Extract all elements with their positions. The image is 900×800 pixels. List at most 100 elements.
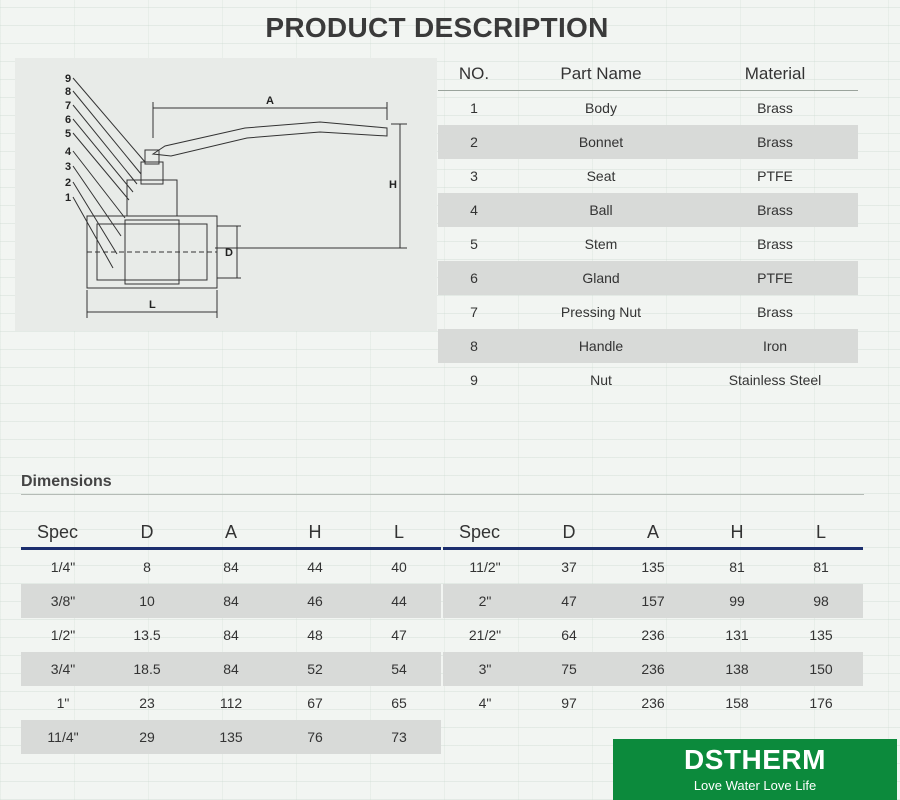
part-name: Stem	[584, 236, 618, 252]
table-row: 1" 23 112 67 65	[21, 686, 441, 720]
cell-spec: 2"	[478, 593, 492, 609]
cell-h: 48	[307, 627, 323, 643]
part-number-label: 7	[65, 100, 71, 112]
part-name: Gland	[582, 270, 620, 286]
table-row: 3/8" 10 84 46 44	[21, 584, 441, 618]
header-h: H	[308, 522, 322, 542]
table-row: 6 Gland PTFE	[438, 261, 858, 295]
cell-a: 236	[641, 661, 665, 677]
part-number-label: 5	[65, 128, 71, 140]
cell-h: 158	[725, 695, 749, 711]
table-row: 1/4" 8 84 44 40	[21, 550, 441, 584]
cell-h: 131	[725, 627, 749, 643]
part-number-label: 8	[65, 86, 71, 98]
part-no: 3	[470, 168, 478, 184]
part-number-label: 6	[65, 114, 71, 126]
cell-spec: 1/2"	[50, 627, 76, 643]
cell-spec: 21/2"	[468, 627, 502, 643]
dimension-h-label: H	[389, 179, 397, 191]
cell-d: 23	[139, 695, 155, 711]
cell-h: 76	[307, 729, 323, 745]
cell-spec: 3"	[478, 661, 492, 677]
cell-l: 98	[813, 593, 829, 609]
cell-a: 112	[219, 695, 243, 711]
dimensions-header: Spec D A H L	[21, 518, 441, 550]
table-row: 2" 47 157 99 98	[443, 584, 863, 618]
part-material: PTFE	[757, 270, 793, 286]
cell-spec: 11/4"	[47, 729, 79, 745]
dimension-a-label: A	[266, 95, 274, 107]
cell-d: 37	[561, 559, 577, 575]
table-row: 9 Nut Stainless Steel	[438, 363, 858, 397]
part-material: Brass	[757, 236, 793, 252]
cell-h: 52	[307, 661, 323, 677]
cell-h: 99	[729, 593, 745, 609]
cell-l: 176	[809, 695, 833, 711]
cell-a: 135	[219, 729, 243, 745]
header-h: H	[730, 522, 744, 542]
header-spec: Spec	[37, 522, 79, 542]
part-name: Nut	[590, 372, 612, 388]
cell-d: 47	[561, 593, 577, 609]
cell-l: 54	[391, 661, 407, 677]
header-material: Material	[744, 64, 806, 83]
part-number-label: 4	[65, 146, 72, 158]
table-row: 3 Seat PTFE	[438, 159, 858, 193]
header-l: L	[393, 522, 404, 542]
cell-spec: 3/8"	[50, 593, 76, 609]
table-row: 21/2" 64 236 131 135	[443, 618, 863, 652]
dimensions-table-left: Spec D A H L 1/4" 8 84 44 40 3/8" 10 84 …	[21, 518, 441, 754]
part-material: PTFE	[757, 168, 793, 184]
part-number-label: 2	[65, 177, 71, 189]
cell-d: 64	[561, 627, 577, 643]
cell-d: 8	[143, 559, 151, 575]
table-row: 8 Handle Iron	[438, 329, 858, 363]
part-number-label: 9	[65, 73, 71, 85]
table-row: 2 Bonnet Brass	[438, 125, 858, 159]
part-name: Ball	[589, 202, 613, 218]
part-name: Handle	[578, 338, 624, 354]
part-number-label: 1	[65, 192, 71, 204]
dimensions-table-right: Spec D A H L 11/2" 37 135 81 81 2" 47 15…	[443, 518, 863, 720]
header-l: L	[815, 522, 826, 542]
part-no: 8	[470, 338, 478, 354]
cell-a: 84	[223, 593, 239, 609]
table-row: 3/4" 18.5 84 52 54	[21, 652, 441, 686]
dimensions-header: Spec D A H L	[443, 518, 863, 550]
table-row: 3" 75 236 138 150	[443, 652, 863, 686]
brand-tagline: Love Water Love Life	[693, 778, 817, 793]
part-number-label: 3	[65, 161, 71, 173]
cell-h: 44	[307, 559, 323, 575]
cell-a: 135	[641, 559, 665, 575]
cell-a: 84	[223, 661, 239, 677]
header-no: NO.	[458, 64, 490, 83]
header-a: A	[646, 522, 659, 542]
part-name: Bonnet	[578, 134, 624, 150]
valve-diagram: 9 8 7 6 5 4 3 2 1 A H D L	[15, 58, 437, 331]
cell-a: 84	[223, 627, 239, 643]
cell-a: 236	[641, 695, 665, 711]
cell-d: 13.5	[133, 627, 161, 643]
cell-spec: 1"	[56, 695, 70, 711]
cell-l: 150	[809, 661, 833, 677]
part-no: 7	[470, 304, 478, 320]
dimensions-divider	[21, 494, 864, 495]
header-d: D	[562, 522, 576, 542]
part-material: Stainless Steel	[728, 372, 822, 388]
cell-a: 157	[641, 593, 665, 609]
cell-l: 47	[391, 627, 407, 643]
cell-spec: 11/2"	[469, 559, 501, 575]
brand-name: DSTHERM	[684, 744, 826, 775]
header-spec: Spec	[459, 522, 501, 542]
cell-l: 65	[391, 695, 407, 711]
table-row: 1/2" 13.5 84 48 47	[21, 618, 441, 652]
cell-spec: 1/4"	[50, 559, 76, 575]
table-row: 7 Pressing Nut Brass	[438, 295, 858, 329]
header-a: A	[224, 522, 237, 542]
cell-h: 81	[729, 559, 745, 575]
dimension-l-label: L	[149, 299, 156, 311]
part-material: Brass	[757, 202, 793, 218]
part-no: 5	[470, 236, 478, 252]
cell-h: 67	[307, 695, 323, 711]
cell-l: 40	[391, 559, 407, 575]
